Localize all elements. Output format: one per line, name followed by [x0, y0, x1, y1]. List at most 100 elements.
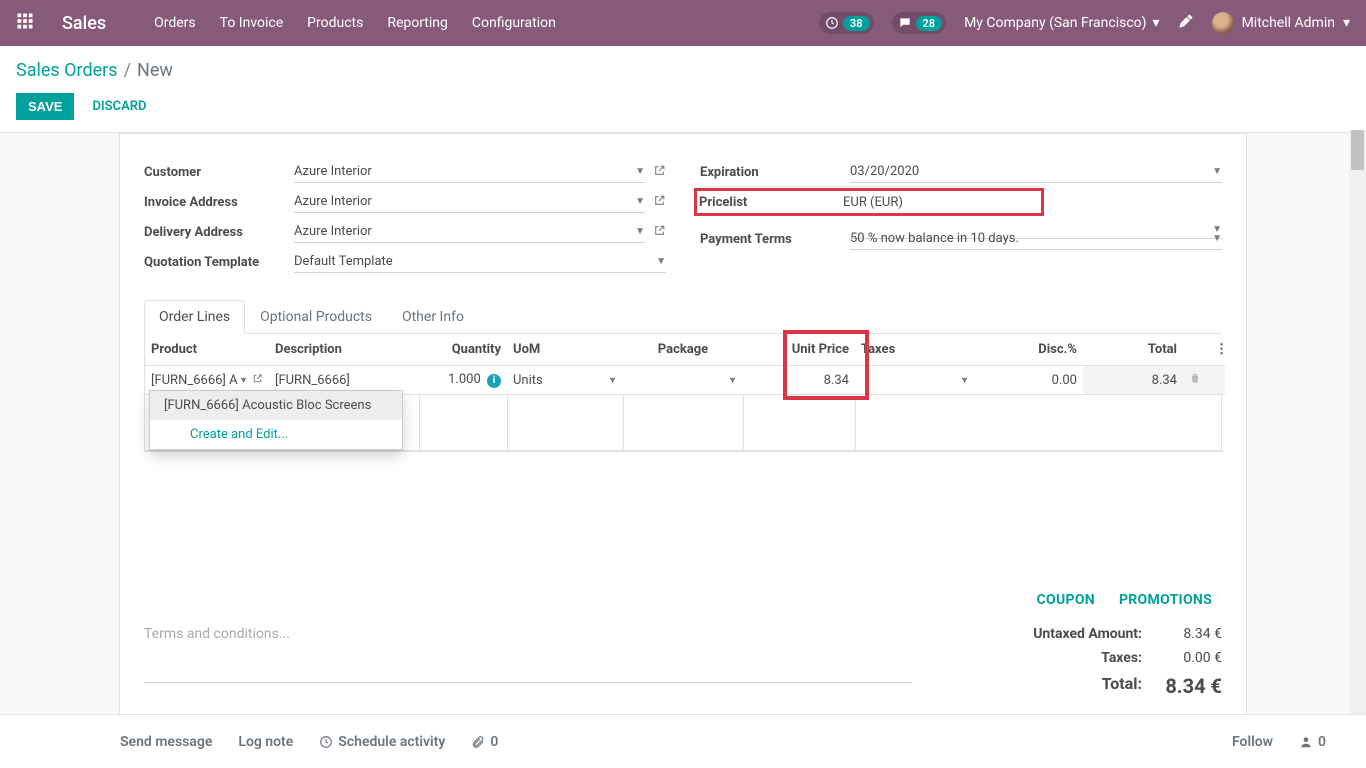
nav-configuration[interactable]: Configuration	[472, 15, 556, 31]
th-total[interactable]: Total	[1083, 334, 1183, 366]
label-quotation-template: Quotation Template	[144, 255, 294, 270]
th-uom[interactable]: UoM	[507, 334, 623, 366]
nav-products[interactable]: Products	[307, 15, 363, 31]
cell-delete[interactable]	[1183, 366, 1209, 395]
company-switcher[interactable]: My Company (San Francisco) ▾	[964, 15, 1159, 31]
messages-count: 28	[916, 16, 943, 31]
chat-icon	[898, 16, 912, 30]
totals: Untaxed Amount:8.34 € Taxes:0.00 € Total…	[912, 622, 1222, 702]
cell-package[interactable]: ▼	[623, 366, 743, 395]
label-invoice-address: Invoice Address	[144, 195, 294, 210]
chevron-down-icon: ▼	[608, 375, 617, 386]
chevron-down-icon: ▼	[1212, 233, 1222, 244]
label-untaxed: Untaxed Amount:	[942, 626, 1142, 642]
user-menu[interactable]: Mitchell Admin ▾	[1212, 12, 1350, 34]
apps-icon[interactable]	[16, 12, 62, 34]
form-right-col: Expiration 03/20/2020▼ Pricelist EUR (EU…	[700, 158, 1222, 278]
activities-badge[interactable]: 38	[819, 12, 874, 34]
label-pricelist: Pricelist	[699, 195, 843, 210]
app-brand[interactable]: Sales	[62, 13, 106, 34]
nav-orders[interactable]: Orders	[154, 15, 196, 31]
clock-icon	[319, 735, 333, 749]
paperclip-icon	[471, 735, 485, 749]
log-note[interactable]: Log note	[238, 734, 293, 750]
th-description[interactable]: Description	[269, 334, 419, 366]
chevron-down-icon: ▼	[960, 375, 969, 386]
field-delivery-address[interactable]: Azure Interior▼	[294, 221, 645, 243]
cell-taxes[interactable]: ▼	[855, 366, 975, 395]
nav-reporting[interactable]: Reporting	[387, 15, 448, 31]
cell-uom[interactable]: Units▼	[507, 366, 623, 395]
label-delivery-address: Delivery Address	[144, 225, 294, 240]
field-invoice-address[interactable]: Azure Interior▼	[294, 191, 645, 213]
tab-order-lines[interactable]: Order Lines	[144, 300, 245, 334]
activities-count: 38	[843, 16, 870, 31]
field-payment-terms[interactable]: 50 % now balance in 10 days.▼	[850, 228, 1222, 250]
messages-badge[interactable]: 28	[892, 12, 947, 34]
label-customer: Customer	[144, 165, 294, 180]
cell-quantity[interactable]: 1.000 i	[419, 366, 507, 395]
external-link-icon[interactable]	[252, 373, 263, 388]
chevron-down-icon: ▾	[1343, 15, 1350, 31]
company-name: My Company (San Francisco)	[964, 15, 1146, 31]
promotions-link[interactable]: PROMOTIONS	[1119, 592, 1212, 608]
chevron-down-icon: ▼	[635, 166, 645, 177]
breadcrumb: Sales Orders / New	[16, 46, 1350, 93]
cell-disc[interactable]: 0.00	[975, 366, 1083, 395]
schedule-activity[interactable]: Schedule activity	[319, 734, 445, 750]
attachments[interactable]: 0	[471, 734, 498, 750]
value-untaxed: 8.34 €	[1142, 626, 1222, 642]
sheet-scroll[interactable]: Customer Azure Interior▼ Invoice Address…	[0, 133, 1366, 717]
debug-icon[interactable]	[1178, 13, 1194, 33]
breadcrumb-root[interactable]: Sales Orders	[16, 60, 118, 81]
label-expiration: Expiration	[700, 165, 850, 180]
cell-total: 8.34	[1083, 366, 1183, 395]
chevron-down-icon: ▾	[1153, 15, 1160, 31]
th-disc[interactable]: Disc.%	[975, 334, 1083, 366]
external-link-icon[interactable]	[653, 194, 666, 211]
label-total: Total:	[942, 674, 1142, 698]
nav-right: 38 28 My Company (San Francisco) ▾ Mitch…	[819, 12, 1350, 34]
kebab-icon[interactable]: ⋮	[1209, 334, 1225, 366]
cell-unit-price[interactable]: 8.34	[743, 366, 855, 395]
info-icon[interactable]: i	[487, 374, 501, 388]
th-quantity[interactable]: Quantity	[419, 334, 507, 366]
ac-create-edit[interactable]: Create and Edit...	[150, 420, 402, 449]
ac-suggestion[interactable]: [FURN_6666] Acoustic Bloc Screens	[150, 391, 402, 420]
pricelist-row-highlight: Pricelist EUR (EUR)	[694, 188, 1044, 216]
send-message[interactable]: Send message	[120, 734, 212, 750]
nav-to-invoice[interactable]: To Invoice	[220, 15, 284, 31]
coupon-link[interactable]: COUPON	[1037, 592, 1095, 608]
th-package[interactable]: Package	[623, 334, 743, 366]
field-expiration[interactable]: 03/20/2020▼	[850, 161, 1222, 183]
order-lines-table-wrap: Product Description Quantity UoM Package…	[144, 334, 1222, 452]
field-pricelist[interactable]: EUR (EUR)	[843, 192, 1037, 213]
scrollbar[interactable]	[1349, 130, 1366, 714]
save-button[interactable]: SAVE	[16, 93, 74, 120]
control-bar: Sales Orders / New SAVE DISCARD	[0, 46, 1366, 133]
chevron-down-icon: ▼	[1212, 166, 1222, 177]
field-customer[interactable]: Azure Interior▼	[294, 161, 645, 183]
tab-optional-products[interactable]: Optional Products	[245, 300, 387, 334]
th-product[interactable]: Product	[145, 334, 269, 366]
th-unit-price[interactable]: Unit Price	[743, 334, 855, 366]
followers[interactable]: 0	[1299, 734, 1326, 750]
external-link-icon[interactable]	[653, 224, 666, 241]
form-tabs: Order Lines Optional Products Other Info	[144, 300, 1222, 334]
th-taxes[interactable]: Taxes	[855, 334, 975, 366]
top-nav: Sales Orders To Invoice Products Reporti…	[0, 0, 1366, 46]
value-taxes: 0.00 €	[1142, 650, 1222, 666]
tab-other-info[interactable]: Other Info	[387, 300, 479, 334]
discard-button[interactable]: DISCARD	[92, 99, 146, 114]
form-sheet: Customer Azure Interior▼ Invoice Address…	[119, 133, 1247, 717]
user-name: Mitchell Admin	[1242, 15, 1335, 31]
nav-menu: Orders To Invoice Products Reporting Con…	[154, 15, 819, 31]
avatar	[1212, 12, 1234, 34]
follow-button[interactable]: Follow	[1232, 734, 1273, 750]
trash-icon	[1189, 373, 1201, 388]
label-taxes: Taxes:	[942, 650, 1142, 666]
breadcrumb-current: New	[137, 60, 173, 81]
terms-input[interactable]: Terms and conditions...	[144, 622, 912, 683]
external-link-icon[interactable]	[653, 164, 666, 181]
field-quotation-template[interactable]: Default Template▼	[294, 251, 666, 273]
